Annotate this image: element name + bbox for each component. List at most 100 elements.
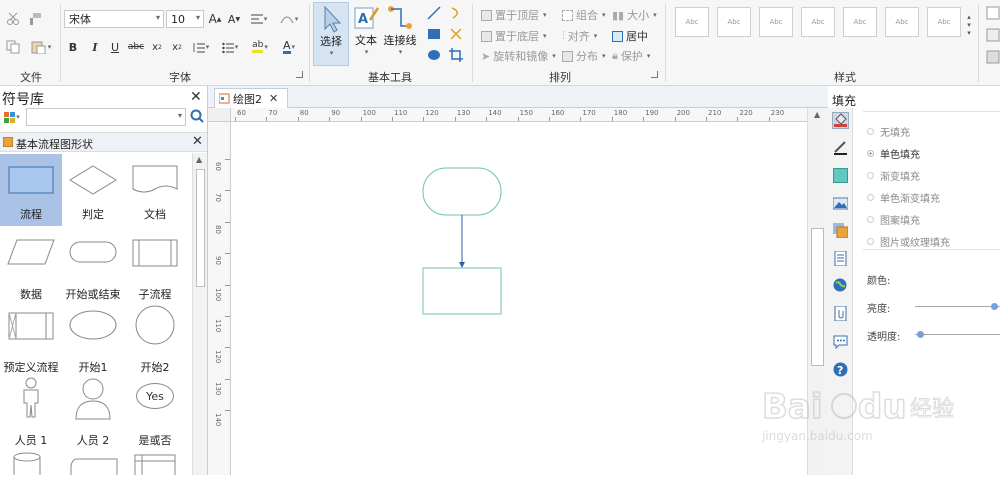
shape-start-end[interactable]: 开始或结束 bbox=[62, 231, 124, 303]
shape-person1[interactable]: 人员 1 bbox=[0, 377, 62, 449]
bullets-icon[interactable]: ▾ bbox=[219, 40, 241, 54]
shape-cylinder[interactable] bbox=[12, 452, 42, 475]
page-properties-icon[interactable] bbox=[833, 250, 848, 267]
scroll-up-icon[interactable]: ▲ bbox=[196, 155, 202, 164]
send-to-back-button[interactable]: 置于底层 ▾ bbox=[481, 28, 547, 44]
line-icon[interactable] bbox=[986, 28, 1000, 42]
font-color-icon[interactable]: A ▾ bbox=[278, 40, 300, 54]
fill-icon[interactable] bbox=[986, 6, 1000, 20]
font-size-combo[interactable]: 10 ▾ bbox=[166, 10, 204, 28]
shape-data[interactable]: 数据 bbox=[0, 231, 62, 303]
attachment-icon[interactable] bbox=[833, 305, 848, 322]
library-section-header[interactable]: 基本流程图形状 ✕ bbox=[0, 132, 207, 152]
group-button[interactable]: 组合 ▾ bbox=[562, 7, 606, 23]
strikethrough-icon[interactable]: abc bbox=[128, 40, 144, 54]
superscript-icon[interactable]: x2 bbox=[170, 40, 184, 54]
shape-start2[interactable]: 开始2 bbox=[124, 304, 186, 376]
library-search-input[interactable]: ▾ bbox=[26, 108, 186, 126]
cut-icon[interactable] bbox=[6, 12, 20, 26]
layers-icon[interactable] bbox=[833, 223, 849, 239]
transparency-slider-track[interactable] bbox=[915, 331, 1000, 338]
fill-option-radio[interactable]: 单色填充 bbox=[867, 146, 920, 161]
pen-tool-icon[interactable] bbox=[448, 26, 464, 42]
bring-to-front-button[interactable]: 置于顶层 ▾ bbox=[481, 7, 547, 23]
color-swatch-icon[interactable] bbox=[833, 168, 848, 183]
distribute-button[interactable]: 分布 ▾ bbox=[562, 48, 606, 64]
brightness-slider-thumb[interactable] bbox=[991, 303, 999, 310]
underline-icon[interactable]: U bbox=[108, 40, 122, 54]
shape-process[interactable]: 流程 bbox=[0, 154, 62, 226]
rotate-mirror-button[interactable]: ➤ 旋转和镜像 ▾ bbox=[481, 48, 556, 64]
shape-document[interactable]: 文档 bbox=[124, 154, 186, 226]
highlight-icon[interactable]: ab ▾ bbox=[248, 40, 272, 54]
close-icon[interactable]: ✕ bbox=[192, 134, 203, 149]
horizontal-ruler[interactable]: 60 70 80 90 100 110 120 130 140 150 160 170 180 190 20… bbox=[231, 108, 807, 122]
fill-option-radio[interactable]: 渐变填充 bbox=[867, 168, 920, 183]
shape-card[interactable] bbox=[70, 458, 118, 475]
style-swatch[interactable]: Abc bbox=[885, 7, 919, 37]
fill-option-radio[interactable]: 无填充 bbox=[867, 124, 910, 139]
shape-start1[interactable]: 开始1 bbox=[62, 304, 124, 376]
fill-option-radio[interactable]: 图片或纹理填充 bbox=[867, 234, 950, 249]
fill-option-radio[interactable]: 单色渐变填充 bbox=[867, 190, 940, 205]
arrange-dialog-launcher-icon[interactable] bbox=[651, 71, 658, 78]
scroll-up-icon[interactable]: ▲ bbox=[814, 110, 820, 119]
style-swatch[interactable]: Abc bbox=[843, 7, 877, 37]
grow-font-icon[interactable]: A ▲ bbox=[208, 11, 222, 27]
drawing-canvas[interactable] bbox=[231, 122, 807, 475]
align-button[interactable]: ⫶ 对齐 ▾ bbox=[562, 28, 597, 44]
shape-subprocess[interactable]: 子流程 bbox=[124, 231, 186, 303]
line-spacing-icon[interactable]: ▾ bbox=[190, 40, 212, 54]
ellipse-tool-icon[interactable] bbox=[426, 47, 442, 63]
tab-drawing2[interactable]: 绘图2 ✕ bbox=[214, 88, 288, 108]
bold-icon[interactable]: B bbox=[66, 40, 80, 54]
select-button[interactable]: 选择 ▾ bbox=[313, 2, 349, 66]
flowchart-process-shape[interactable] bbox=[422, 267, 502, 315]
font-name-combo[interactable]: 宋体 ▾ bbox=[64, 10, 164, 28]
center-button[interactable]: 居中 bbox=[612, 28, 648, 44]
style-swatch[interactable]: Abc bbox=[759, 7, 793, 37]
protect-button[interactable]: 🔒︎ 保护 ▾ bbox=[612, 48, 650, 64]
style-swatch[interactable]: Abc bbox=[717, 7, 751, 37]
italic-icon[interactable]: I bbox=[88, 40, 102, 54]
library-category-button[interactable]: ▾ bbox=[0, 108, 24, 126]
format-painter-icon[interactable] bbox=[28, 12, 42, 26]
library-scroll-thumb[interactable] bbox=[196, 169, 205, 287]
help-icon[interactable]: ? bbox=[833, 362, 848, 377]
style-gallery-scroll[interactable]: ▴ ▾ ▾ bbox=[964, 4, 974, 46]
brightness-slider-track[interactable] bbox=[915, 303, 1000, 310]
shrink-font-icon[interactable]: A ▼ bbox=[227, 11, 241, 27]
shape-predefined-process[interactable]: 预定义流程 bbox=[0, 304, 62, 376]
subscript-icon[interactable]: x2 bbox=[150, 40, 164, 54]
style-swatch[interactable]: Abc bbox=[675, 7, 709, 37]
transparency-slider-thumb[interactable] bbox=[916, 331, 924, 338]
connector-tool-button[interactable]: 连接线 ▾ bbox=[383, 2, 417, 66]
text-direction-icon[interactable]: ▾ bbox=[278, 11, 300, 27]
comment-icon[interactable] bbox=[833, 334, 848, 350]
paste-icon[interactable]: ▾ bbox=[28, 40, 54, 54]
shape-table[interactable] bbox=[134, 454, 176, 478]
text-tool-button[interactable]: A 文本 ▾ bbox=[350, 2, 382, 66]
shape-decision[interactable]: 判定 bbox=[62, 154, 124, 226]
style-swatch[interactable]: Abc bbox=[801, 7, 835, 37]
close-icon[interactable]: ✕ bbox=[190, 89, 202, 105]
library-scrollbar[interactable]: ▲ bbox=[192, 153, 207, 475]
rectangle-tool-icon[interactable] bbox=[426, 26, 442, 42]
canvas-scroll-thumb[interactable] bbox=[811, 228, 824, 366]
close-icon[interactable]: ✕ bbox=[269, 92, 278, 105]
font-dialog-launcher-icon[interactable] bbox=[296, 71, 303, 78]
arc-tool-icon[interactable] bbox=[448, 5, 464, 21]
copy-icon[interactable] bbox=[6, 40, 20, 54]
image-icon[interactable] bbox=[832, 196, 849, 211]
fill-bucket-icon[interactable] bbox=[832, 112, 849, 129]
search-icon[interactable] bbox=[190, 109, 204, 123]
vertical-ruler[interactable]: 60 70 80 90 100 110 120 130 140 bbox=[208, 122, 231, 475]
flowchart-terminator-shape[interactable] bbox=[422, 167, 502, 216]
shadow-icon[interactable] bbox=[986, 50, 1000, 64]
hyperlink-globe-icon[interactable] bbox=[833, 278, 848, 293]
line-pen-icon[interactable] bbox=[833, 140, 848, 155]
text-align-icon[interactable]: ▾ bbox=[250, 11, 268, 27]
shape-yes-no[interactable]: Yes 是或否 bbox=[124, 377, 186, 449]
line-tool-icon[interactable] bbox=[426, 5, 442, 21]
crop-tool-icon[interactable] bbox=[448, 47, 464, 63]
